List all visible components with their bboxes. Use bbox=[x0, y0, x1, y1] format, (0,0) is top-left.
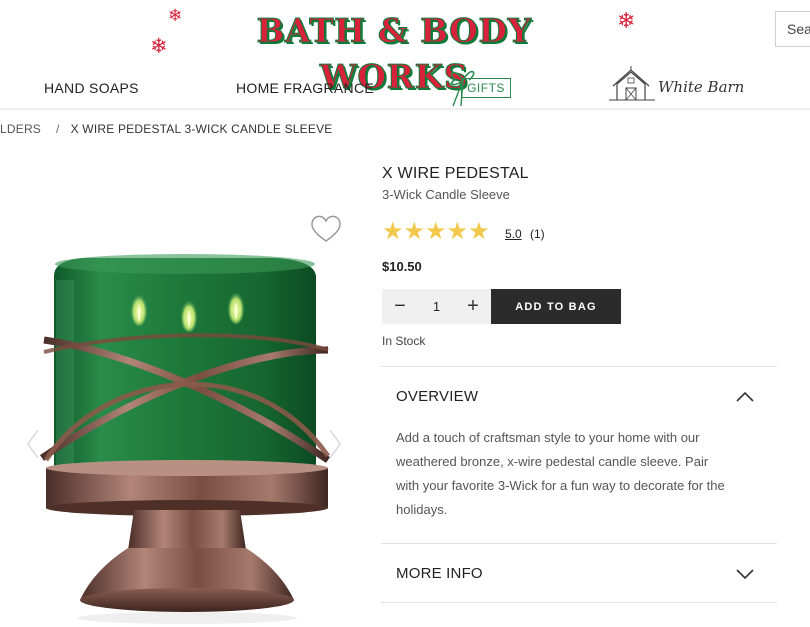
divider bbox=[381, 543, 777, 544]
breadcrumb-parent-link[interactable]: LDERS bbox=[0, 122, 41, 136]
stock-status: In Stock bbox=[382, 334, 426, 348]
heart-icon[interactable] bbox=[309, 214, 343, 244]
breadcrumb-separator: / bbox=[56, 122, 60, 136]
snowflake-icon: ❄ bbox=[617, 8, 636, 33]
quantity-input[interactable] bbox=[418, 289, 455, 324]
chevron-left-icon[interactable] bbox=[26, 428, 40, 460]
header-divider bbox=[0, 108, 810, 110]
barn-icon bbox=[609, 66, 655, 101]
quantity-stepper: − + bbox=[382, 289, 491, 324]
nav-home-fragrance[interactable]: HOME FRAGRANCE bbox=[236, 80, 374, 96]
nav-white-barn[interactable]: White Barn bbox=[607, 66, 747, 104]
overview-description: Add a touch of craftsman style to your h… bbox=[396, 430, 725, 517]
white-barn-label: White Barn bbox=[658, 78, 745, 96]
product-price: $10.50 bbox=[382, 259, 422, 274]
nav-gifts[interactable]: GIFTS bbox=[445, 64, 515, 108]
snowflake-icon: ❄ bbox=[168, 6, 183, 25]
divider bbox=[381, 602, 777, 603]
review-count: (1) bbox=[530, 227, 545, 241]
product-title: X WIRE PEDESTAL bbox=[382, 165, 529, 182]
product-image bbox=[39, 254, 331, 624]
search-input[interactable]: Sear bbox=[775, 11, 810, 47]
rating-stars: ★★★★★ bbox=[382, 218, 490, 245]
quantity-increase-button[interactable]: + bbox=[455, 289, 491, 324]
overview-toggle[interactable]: OVERVIEW bbox=[396, 388, 478, 405]
add-to-bag-button[interactable]: ADD TO BAG bbox=[491, 289, 621, 324]
chevron-up-icon[interactable] bbox=[735, 391, 755, 403]
breadcrumb: LDERS / X WIRE PEDESTAL 3-WICK CANDLE SLEE… bbox=[0, 122, 333, 136]
divider bbox=[381, 366, 777, 367]
breadcrumb-current: X WIRE PEDESTAL 3-WICK CANDLE SLEEVE bbox=[70, 122, 333, 136]
chevron-right-icon[interactable] bbox=[328, 428, 342, 460]
product-subtitle: 3-Wick Candle Sleeve bbox=[382, 187, 510, 202]
gifts-label: GIFTS bbox=[461, 78, 511, 98]
brand-logo[interactable]: BATH & BODY WORKS bbox=[186, 8, 602, 97]
nav-hand-soaps[interactable]: HAND SOAPS bbox=[44, 80, 139, 96]
more-info-toggle[interactable]: MORE INFO bbox=[396, 565, 483, 582]
snowflake-icon: ❄ bbox=[150, 35, 168, 58]
chevron-down-icon[interactable] bbox=[735, 568, 755, 580]
rating-value-link[interactable]: 5.0 bbox=[505, 227, 522, 241]
quantity-decrease-button[interactable]: − bbox=[382, 289, 418, 324]
